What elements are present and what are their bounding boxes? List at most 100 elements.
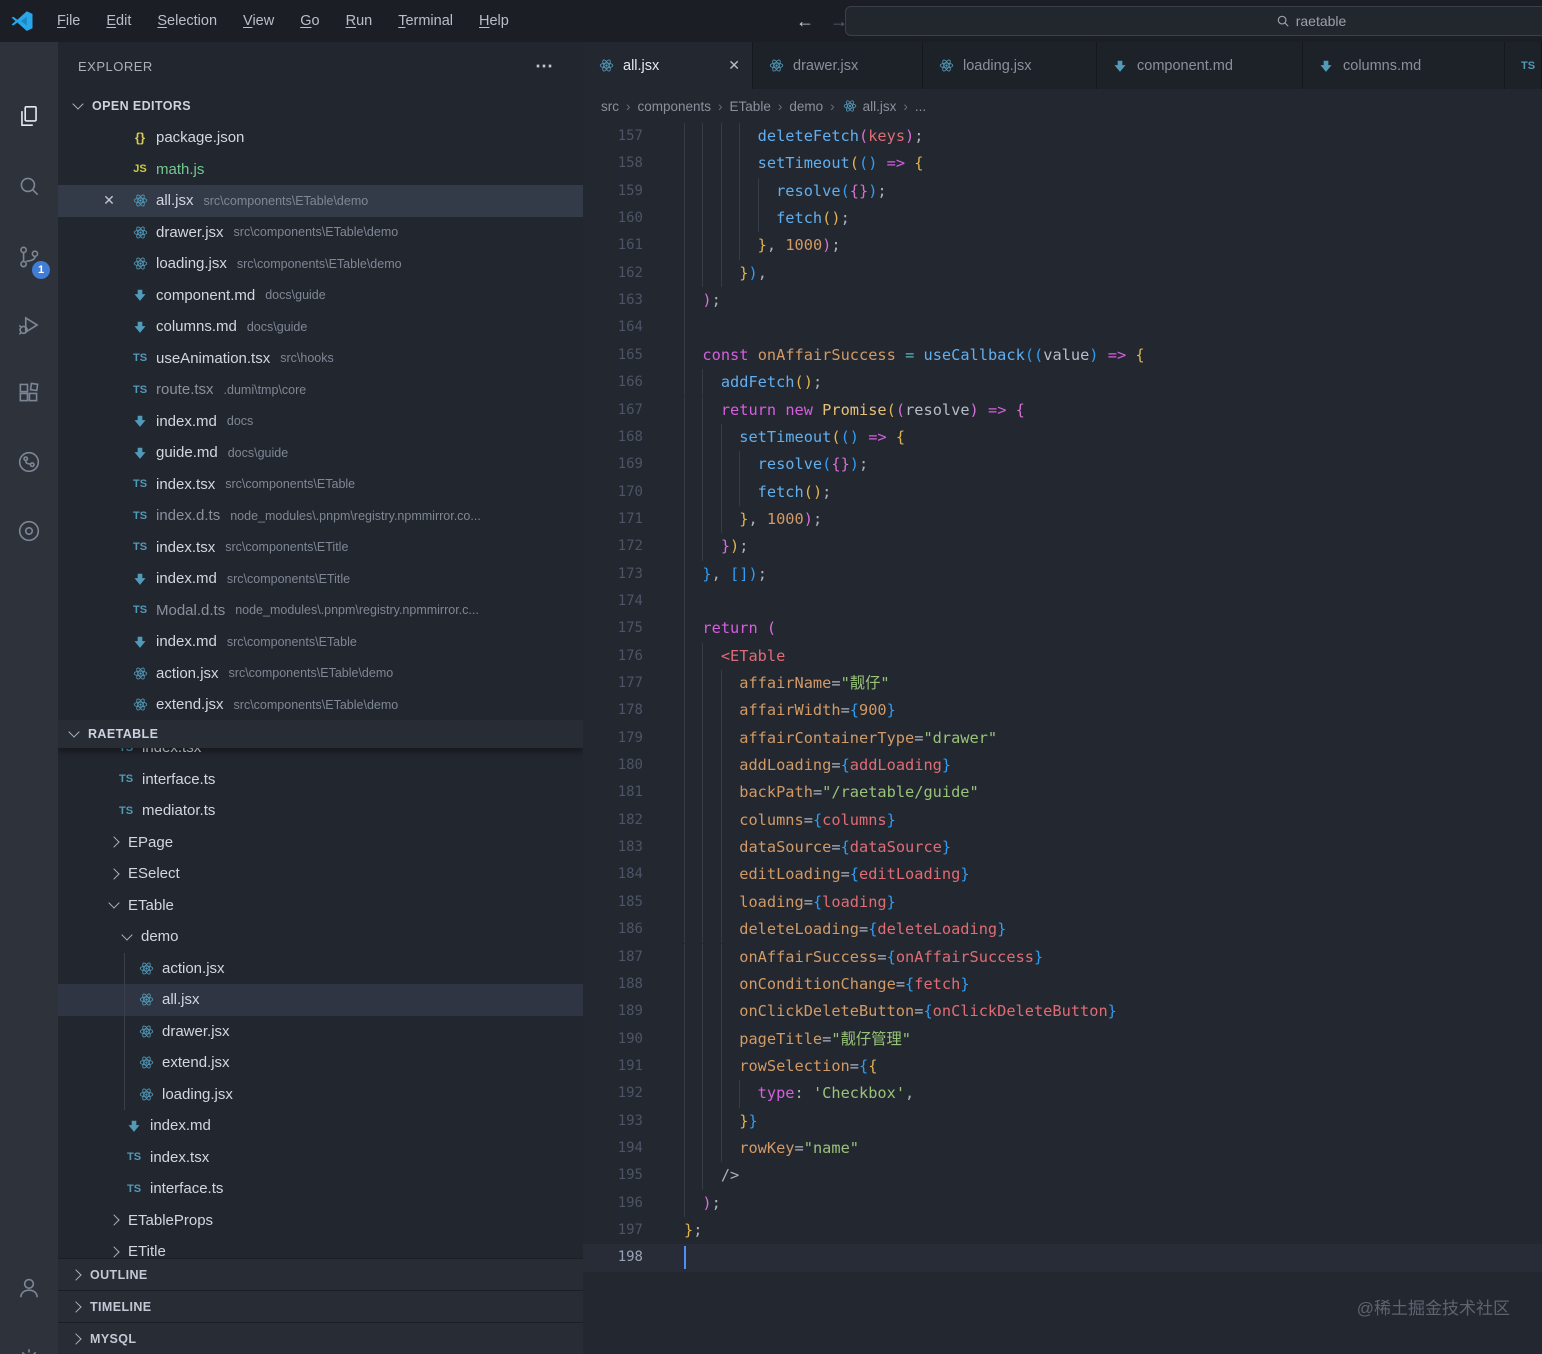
- open-editor-guide.md[interactable]: guide.mddocs\guide: [58, 437, 584, 469]
- menu-help[interactable]: Help: [466, 13, 522, 29]
- command-search-input[interactable]: raetable: [845, 6, 1542, 36]
- activity-explorer-icon[interactable]: [0, 92, 58, 140]
- open-editor-route.tsx[interactable]: TSroute.tsx.dumi\tmp\core: [58, 374, 584, 406]
- code-line-160[interactable]: 160fetch();: [583, 205, 1542, 232]
- code-line-179[interactable]: 179affairContainerType="drawer": [583, 725, 1542, 752]
- code-line-178[interactable]: 178affairWidth={900}: [583, 697, 1542, 724]
- open-editor-index.tsx[interactable]: TSindex.tsxsrc\components\ETable: [58, 469, 584, 501]
- code-line-168[interactable]: 168setTimeout(() => {: [583, 424, 1542, 451]
- activity-settings-icon[interactable]: [0, 1335, 58, 1354]
- code-line-167[interactable]: 167return new Promise((resolve) => {: [583, 397, 1542, 424]
- code-line-190[interactable]: 190pageTitle="靓仔管理": [583, 1026, 1542, 1053]
- close-icon[interactable]: ✕: [101, 192, 117, 209]
- code-line-174[interactable]: 174: [583, 588, 1542, 615]
- open-editor-index.md[interactable]: index.mddocs: [58, 406, 584, 438]
- code-line-185[interactable]: 185loading={loading}: [583, 889, 1542, 916]
- code-line-180[interactable]: 180addLoading={addLoading}: [583, 752, 1542, 779]
- tree-item-loading.jsx[interactable]: loading.jsx: [58, 1079, 583, 1111]
- menu-file[interactable]: File: [44, 13, 93, 29]
- tree-item-index.tsx[interactable]: TSindex.tsx: [58, 1142, 583, 1174]
- open-editor-index.tsx[interactable]: TSindex.tsxsrc\components\ETitle: [58, 532, 584, 564]
- tree-item-demo[interactable]: demo: [58, 921, 583, 953]
- activity-run-debug-icon[interactable]: [0, 301, 58, 349]
- project-header[interactable]: RAETABLE: [58, 720, 583, 748]
- code-area[interactable]: 157deleteFetch(keys);158setTimeout(() =>…: [583, 123, 1542, 1354]
- tree-item-EPage[interactable]: EPage: [58, 827, 583, 859]
- code-line-170[interactable]: 170fetch();: [583, 479, 1542, 506]
- code-line-194[interactable]: 194rowKey="name": [583, 1135, 1542, 1162]
- activity-extensions-icon[interactable]: [0, 370, 58, 418]
- tab-partial[interactable]: TS: [1505, 42, 1542, 89]
- code-line-198[interactable]: 198: [583, 1244, 1542, 1271]
- more-actions-icon[interactable]: ⋯: [535, 56, 555, 77]
- code-line-172[interactable]: 172});: [583, 533, 1542, 560]
- open-editor-loading.jsx[interactable]: loading.jsxsrc\components\ETable\demo: [58, 248, 584, 280]
- activity-search-icon[interactable]: [0, 162, 58, 210]
- tree-item-index.md[interactable]: index.md: [58, 1110, 583, 1142]
- tree-item-extend.jsx[interactable]: extend.jsx: [58, 1047, 583, 1079]
- open-editor-all.jsx[interactable]: ✕all.jsxsrc\components\ETable\demo: [58, 185, 584, 217]
- open-editor-extend.jsx[interactable]: extend.jsxsrc\components\ETable\demo: [58, 689, 584, 721]
- code-line-187[interactable]: 187onAffairSuccess={onAffairSuccess}: [583, 944, 1542, 971]
- section-timeline[interactable]: TIMELINE: [58, 1290, 583, 1322]
- section-mysql[interactable]: MYSQL: [58, 1322, 583, 1354]
- open-editors-header[interactable]: OPEN EDITORS: [58, 90, 583, 122]
- code-line-181[interactable]: 181backPath="/raetable/guide": [583, 779, 1542, 806]
- code-line-169[interactable]: 169resolve({});: [583, 451, 1542, 478]
- open-editor-index.md[interactable]: index.mdsrc\components\ETable: [58, 626, 584, 658]
- open-editor-drawer.jsx[interactable]: drawer.jsxsrc\components\ETable\demo: [58, 217, 584, 249]
- breadcrumb-item-components[interactable]: components: [638, 99, 712, 114]
- tab-columns.md[interactable]: columns.md: [1303, 42, 1505, 89]
- code-line-158[interactable]: 158setTimeout(() => {: [583, 150, 1542, 177]
- code-line-163[interactable]: 163);: [583, 287, 1542, 314]
- open-editor-index.d.ts[interactable]: TSindex.d.tsnode_modules\.pnpm\registry.…: [58, 500, 584, 532]
- code-line-196[interactable]: 196);: [583, 1190, 1542, 1217]
- code-line-177[interactable]: 177affairName="靓仔": [583, 670, 1542, 697]
- tab-loading.jsx[interactable]: loading.jsx: [923, 42, 1097, 89]
- code-line-164[interactable]: 164: [583, 314, 1542, 341]
- tree-item-ETable[interactable]: ETable: [58, 890, 583, 922]
- code-line-162[interactable]: 162}),: [583, 260, 1542, 287]
- code-line-176[interactable]: 176<ETable: [583, 643, 1542, 670]
- open-editor-package.json[interactable]: {}package.json: [58, 122, 584, 154]
- tree-item-interface.ts[interactable]: TSinterface.ts: [58, 1173, 583, 1205]
- code-line-193[interactable]: 193}}: [583, 1108, 1542, 1135]
- code-line-191[interactable]: 191rowSelection={{: [583, 1053, 1542, 1080]
- tree-item-interface.ts[interactable]: TSinterface.ts: [58, 764, 583, 796]
- tab-component.md[interactable]: component.md: [1097, 42, 1303, 89]
- activity-account-icon[interactable]: [0, 1264, 58, 1312]
- code-line-175[interactable]: 175return (: [583, 615, 1542, 642]
- code-line-184[interactable]: 184editLoading={editLoading}: [583, 861, 1542, 888]
- code-line-186[interactable]: 186deleteLoading={deleteLoading}: [583, 916, 1542, 943]
- code-line-197[interactable]: 197};: [583, 1217, 1542, 1244]
- open-editor-Modal.d.ts[interactable]: TSModal.d.tsnode_modules\.pnpm\registry.…: [58, 595, 584, 627]
- tree-item-all.jsx[interactable]: all.jsx: [58, 984, 583, 1016]
- breadcrumb-item-alljsx[interactable]: all.jsx: [842, 99, 897, 114]
- tree-item-drawer.jsx[interactable]: drawer.jsx: [58, 1016, 583, 1048]
- activity-remote-icon[interactable]: [0, 438, 58, 486]
- tab-all.jsx[interactable]: all.jsx✕: [583, 42, 753, 89]
- code-line-183[interactable]: 183dataSource={dataSource}: [583, 834, 1542, 861]
- open-editor-component.md[interactable]: component.mddocs\guide: [58, 280, 584, 312]
- menu-selection[interactable]: Selection: [144, 13, 230, 29]
- code-line-157[interactable]: 157deleteFetch(keys);: [583, 123, 1542, 150]
- tree-item-mediator.ts[interactable]: TSmediator.ts: [58, 795, 583, 827]
- breadcrumb-item-demo[interactable]: demo: [789, 99, 823, 114]
- activity-target-icon[interactable]: [0, 507, 58, 555]
- menu-edit[interactable]: Edit: [93, 13, 144, 29]
- code-line-161[interactable]: 161}, 1000);: [583, 232, 1542, 259]
- tree-item-ESelect[interactable]: ESelect: [58, 858, 583, 890]
- code-line-166[interactable]: 166addFetch();: [583, 369, 1542, 396]
- open-editor-math.js[interactable]: JSmath.jsU: [58, 154, 584, 186]
- code-line-159[interactable]: 159resolve({});: [583, 178, 1542, 205]
- open-editor-useAnimation.tsx[interactable]: TSuseAnimation.tsxsrc\hooks: [58, 343, 584, 375]
- code-line-188[interactable]: 188onConditionChange={fetch}: [583, 971, 1542, 998]
- menu-run[interactable]: Run: [333, 13, 386, 29]
- tree-item-ETableProps[interactable]: ETableProps: [58, 1205, 583, 1237]
- section-outline[interactable]: OUTLINE: [58, 1258, 583, 1290]
- menu-go[interactable]: Go: [287, 13, 332, 29]
- code-line-173[interactable]: 173}, []);: [583, 561, 1542, 588]
- menu-view[interactable]: View: [230, 13, 287, 29]
- code-line-195[interactable]: 195/>: [583, 1162, 1542, 1189]
- tab-drawer.jsx[interactable]: drawer.jsx: [753, 42, 923, 89]
